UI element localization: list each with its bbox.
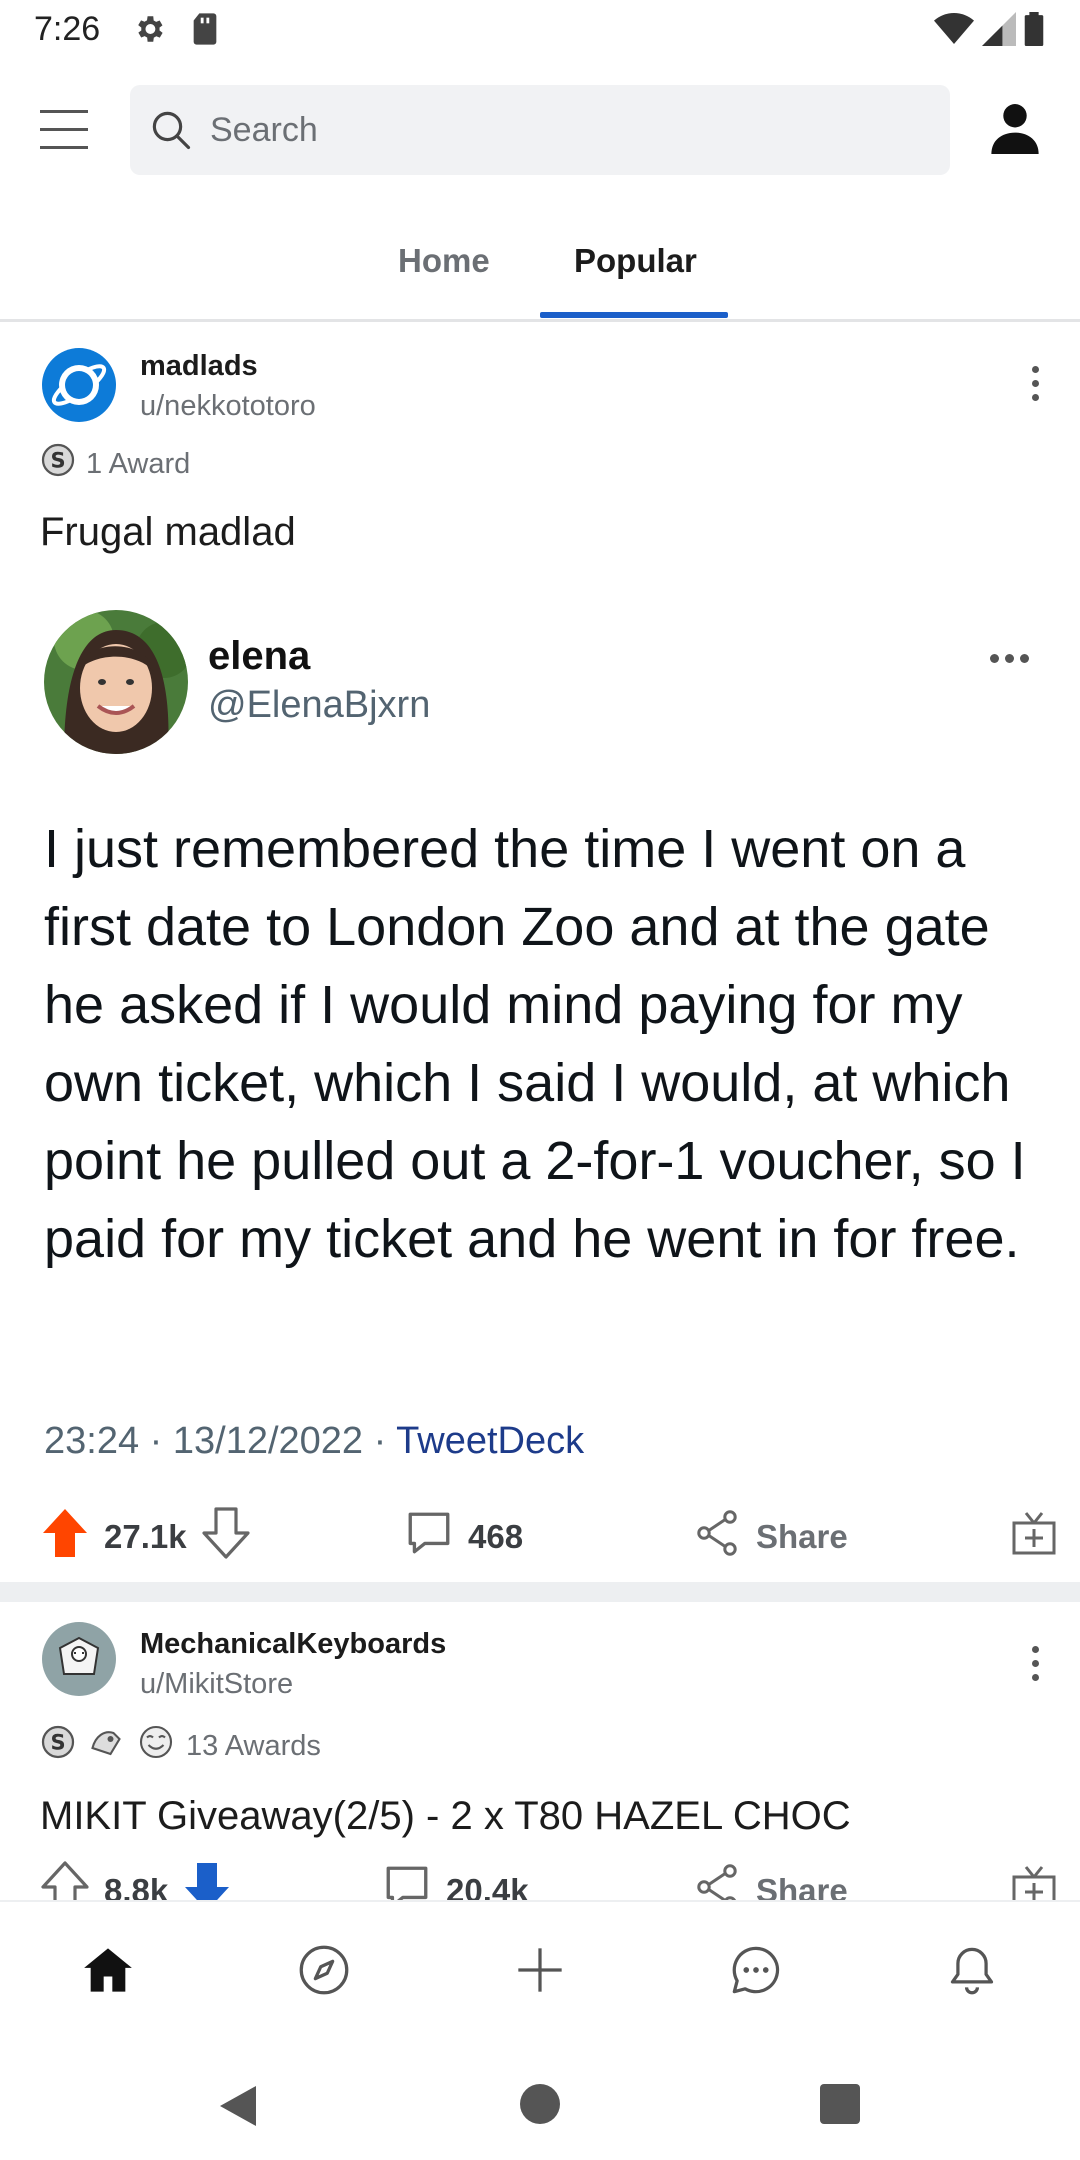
nav-create-post-icon[interactable]	[510, 1940, 570, 2000]
signal-icon	[982, 12, 1016, 51]
recents-icon[interactable]	[820, 2084, 860, 2129]
awards-count: 1 Award	[86, 447, 191, 480]
post-actions: 27.1k 468 Share	[0, 1492, 1080, 1582]
wholesome-award-icon	[136, 1724, 176, 1768]
awards-count: 13 Awards	[186, 1729, 321, 1762]
tweet-more-icon	[990, 654, 1029, 663]
more-options-icon[interactable]	[1032, 1646, 1040, 1688]
status-time: 7:26	[34, 10, 101, 48]
post-title[interactable]: MIKIT Giveaway(2/5) - 2 x T80 HAZEL CHOC	[40, 1794, 851, 1839]
tab-home[interactable]: Home	[398, 242, 490, 280]
top-bar: Search	[0, 70, 1080, 190]
helpful-award-icon	[86, 1724, 126, 1768]
nav-notifications-bell-icon[interactable]	[942, 1940, 1002, 2000]
silver-award-icon: S	[40, 1724, 76, 1768]
sd-card-icon	[190, 12, 220, 51]
share-label: Share	[756, 1518, 848, 1555]
bottom-navigation	[0, 1900, 1080, 2040]
nav-discover-compass-icon[interactable]	[294, 1940, 354, 2000]
post-divider	[0, 1582, 1080, 1602]
awards-row[interactable]: S 13 Awards	[40, 1724, 321, 1768]
system-navigation-bar	[0, 2040, 1080, 2160]
vote-control: 27.1k	[40, 1492, 251, 1582]
user-account-icon[interactable]	[988, 100, 1042, 159]
awards-row[interactable]: S 1 Award	[40, 442, 190, 486]
post-author[interactable]: u/MikitStore	[140, 1668, 293, 1701]
feed-tabs: Home Popular	[0, 220, 1080, 322]
tweet-author-name: elena	[208, 634, 311, 678]
tweet-avatar	[44, 610, 188, 754]
comment-icon	[404, 1508, 454, 1566]
share-button[interactable]: Share	[694, 1492, 848, 1582]
post-title[interactable]: Frugal madlad	[40, 510, 296, 555]
comments-button[interactable]: 468	[404, 1492, 523, 1582]
battery-icon	[1024, 12, 1044, 51]
share-icon	[694, 1509, 742, 1565]
settings-gear-icon	[132, 12, 166, 51]
give-award-button[interactable]	[1010, 1492, 1058, 1582]
subreddit-name[interactable]: MechanicalKeyboards	[140, 1628, 446, 1661]
status-bar: 7:26	[0, 0, 1080, 62]
silver-award-icon: S	[40, 442, 76, 486]
comment-count: 468	[468, 1518, 524, 1555]
menu-icon[interactable]	[40, 110, 88, 150]
search-input[interactable]: Search	[130, 85, 950, 175]
svg-text:S: S	[50, 1731, 65, 1755]
tweet-author-handle: @ElenaBjxrn	[208, 684, 431, 726]
tweet-timestamp: 23:24 · 13/12/2022 ·	[44, 1420, 397, 1462]
tweet-source: TweetDeck	[396, 1420, 585, 1462]
tweet-text: I just remembered the time I went on a f…	[44, 819, 1026, 1269]
upvote-icon[interactable]	[40, 1507, 90, 1567]
nav-home-icon[interactable]	[78, 1940, 138, 2000]
wifi-icon	[934, 12, 974, 51]
subreddit-icon[interactable]	[42, 348, 116, 422]
post-author[interactable]: u/nekkototoro	[140, 390, 316, 423]
subreddit-name[interactable]: madlads	[140, 350, 258, 383]
tweet-meta: 23:24 · 13/12/2022 · TweetDeck	[44, 1420, 584, 1463]
back-icon[interactable]	[216, 2082, 260, 2135]
active-tab-indicator	[540, 312, 728, 318]
downvote-icon[interactable]	[201, 1507, 251, 1567]
search-icon	[150, 109, 192, 156]
subreddit-icon[interactable]	[42, 1622, 116, 1696]
nav-chat-icon[interactable]	[726, 1940, 786, 2000]
search-placeholder: Search	[210, 111, 318, 149]
svg-text:S: S	[50, 449, 65, 473]
more-options-icon[interactable]	[1032, 366, 1040, 408]
post-image-tweet[interactable]: elena @ElenaBjxrn I just remembered the …	[0, 590, 1080, 1490]
tab-popular[interactable]: Popular	[574, 242, 697, 280]
home-button-icon[interactable]	[520, 2084, 560, 2129]
gift-icon	[1010, 1509, 1058, 1565]
vote-count: 27.1k	[104, 1518, 187, 1555]
